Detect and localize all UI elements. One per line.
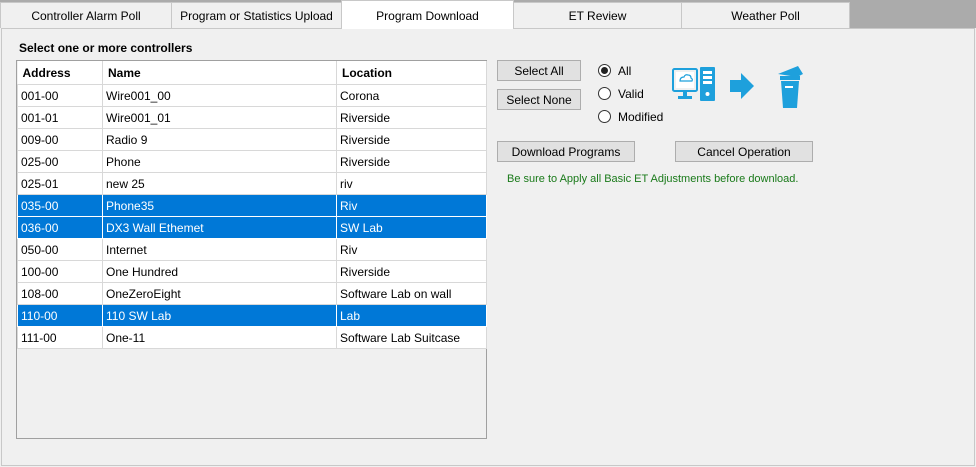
table-row[interactable]: 009-00 Radio 9 Riverside bbox=[17, 128, 487, 151]
cell-name[interactable]: 110 SW Lab bbox=[102, 304, 337, 327]
download-programs-button[interactable]: Download Programs bbox=[497, 141, 635, 162]
radio-valid-circle[interactable] bbox=[598, 87, 611, 100]
radio-valid-label: Valid bbox=[618, 87, 644, 101]
table-row[interactable]: 025-00 Phone Riverside bbox=[17, 150, 487, 173]
table-row[interactable]: 035-00 Phone35 Riv bbox=[17, 194, 487, 217]
cell-location[interactable]: riv bbox=[336, 172, 487, 195]
cell-address[interactable]: 108-00 bbox=[17, 282, 103, 305]
cell-name[interactable]: One Hundred bbox=[102, 260, 337, 283]
computer-icon bbox=[672, 67, 715, 101]
section-heading: Select one or more controllers bbox=[19, 41, 193, 55]
apply-et-adjustments-note: Be sure to Apply all Basic ET Adjustment… bbox=[507, 173, 799, 185]
cell-location[interactable]: Riverside bbox=[336, 150, 487, 173]
radio-all-label: All bbox=[618, 64, 632, 78]
cell-name[interactable]: Wire001_01 bbox=[102, 106, 337, 129]
select-all-button[interactable]: Select All bbox=[497, 60, 581, 81]
radio-modified-label: Modified bbox=[618, 110, 664, 124]
cell-name[interactable]: Wire001_00 bbox=[102, 84, 337, 107]
radio-modified-circle[interactable] bbox=[598, 110, 611, 123]
cell-name[interactable]: Phone35 bbox=[102, 194, 337, 217]
table-row[interactable]: 110-00 110 SW Lab Lab bbox=[17, 304, 487, 327]
table-row[interactable]: 036-00 DX3 Wall Ethemet SW Lab bbox=[17, 216, 487, 239]
cell-name[interactable]: Radio 9 bbox=[102, 128, 337, 151]
arrow-right-icon bbox=[730, 73, 754, 99]
cell-name[interactable]: new 25 bbox=[102, 172, 337, 195]
table-header-row: Address Name Location bbox=[17, 61, 487, 85]
cell-address[interactable]: 025-01 bbox=[17, 172, 103, 195]
cell-address[interactable]: 001-01 bbox=[17, 106, 103, 129]
cell-location[interactable]: Riv bbox=[336, 194, 487, 217]
cell-name[interactable]: DX3 Wall Ethemet bbox=[102, 216, 337, 239]
cell-location[interactable]: Software Lab on wall bbox=[336, 282, 487, 305]
cell-address[interactable]: 111-00 bbox=[17, 326, 103, 349]
cell-location[interactable]: Lab bbox=[336, 304, 487, 327]
tab-et-review[interactable]: ET Review bbox=[513, 2, 682, 28]
cell-location[interactable]: Software Lab Suitcase bbox=[336, 326, 487, 349]
table-row[interactable]: 100-00 One Hundred Riverside bbox=[17, 260, 487, 283]
cell-address[interactable]: 036-00 bbox=[17, 216, 103, 239]
column-header-name[interactable]: Name bbox=[102, 61, 337, 85]
cell-name[interactable]: One-11 bbox=[102, 326, 337, 349]
radio-all-circle[interactable] bbox=[598, 64, 611, 77]
download-illustration-svg bbox=[672, 66, 803, 108]
cell-name[interactable]: OneZeroEight bbox=[102, 282, 337, 305]
tab-program-download[interactable]: Program Download bbox=[341, 0, 514, 29]
cell-address[interactable]: 025-00 bbox=[17, 150, 103, 173]
cell-address[interactable]: 001-00 bbox=[17, 84, 103, 107]
radio-selected-dot bbox=[601, 67, 608, 74]
controllers-grid[interactable]: Address Name Location 001-00 Wire001_00 Co… bbox=[16, 60, 487, 439]
cell-location[interactable]: Riverside bbox=[336, 260, 487, 283]
table-row[interactable]: 050-00 Internet Riv bbox=[17, 238, 487, 261]
table-row[interactable]: 108-00 OneZeroEight Software Lab on wall bbox=[17, 282, 487, 305]
tab-weather-poll[interactable]: Weather Poll bbox=[681, 2, 850, 28]
table-row[interactable]: 111-00 One-11 Software Lab Suitcase bbox=[17, 326, 487, 349]
cancel-operation-button[interactable]: Cancel Operation bbox=[675, 141, 813, 162]
cell-name[interactable]: Internet bbox=[102, 238, 337, 261]
cell-address[interactable]: 009-00 bbox=[17, 128, 103, 151]
controllers-table: Address Name Location 001-00 Wire001_00 Co… bbox=[17, 61, 487, 349]
tab-strip: Controller Alarm Poll Program or Statist… bbox=[0, 0, 976, 29]
cell-location[interactable]: Riverside bbox=[336, 128, 487, 151]
cell-address[interactable]: 035-00 bbox=[17, 194, 103, 217]
cell-name[interactable]: Phone bbox=[102, 150, 337, 173]
cell-address[interactable]: 100-00 bbox=[17, 260, 103, 283]
cell-location[interactable]: Riverside bbox=[336, 106, 487, 129]
column-header-location[interactable]: Location bbox=[336, 61, 487, 85]
download-illustration bbox=[670, 64, 810, 110]
column-header-address[interactable]: Address bbox=[17, 61, 103, 85]
table-row[interactable]: 001-00 Wire001_00 Corona bbox=[17, 84, 487, 107]
cell-location[interactable]: Corona bbox=[336, 84, 487, 107]
table-row[interactable]: 001-01 Wire001_01 Riverside bbox=[17, 106, 487, 129]
table-row[interactable]: 025-01 new 25 riv bbox=[17, 172, 487, 195]
controller-icon bbox=[778, 66, 803, 108]
cell-location[interactable]: Riv bbox=[336, 238, 487, 261]
cell-address[interactable]: 050-00 bbox=[17, 238, 103, 261]
cell-address[interactable]: 110-00 bbox=[17, 304, 103, 327]
tab-program-statistics-upload[interactable]: Program or Statistics Upload bbox=[171, 2, 342, 28]
tab-controller-alarm-poll[interactable]: Controller Alarm Poll bbox=[0, 2, 172, 28]
select-none-button[interactable]: Select None bbox=[497, 89, 581, 110]
cell-location[interactable]: SW Lab bbox=[336, 216, 487, 239]
